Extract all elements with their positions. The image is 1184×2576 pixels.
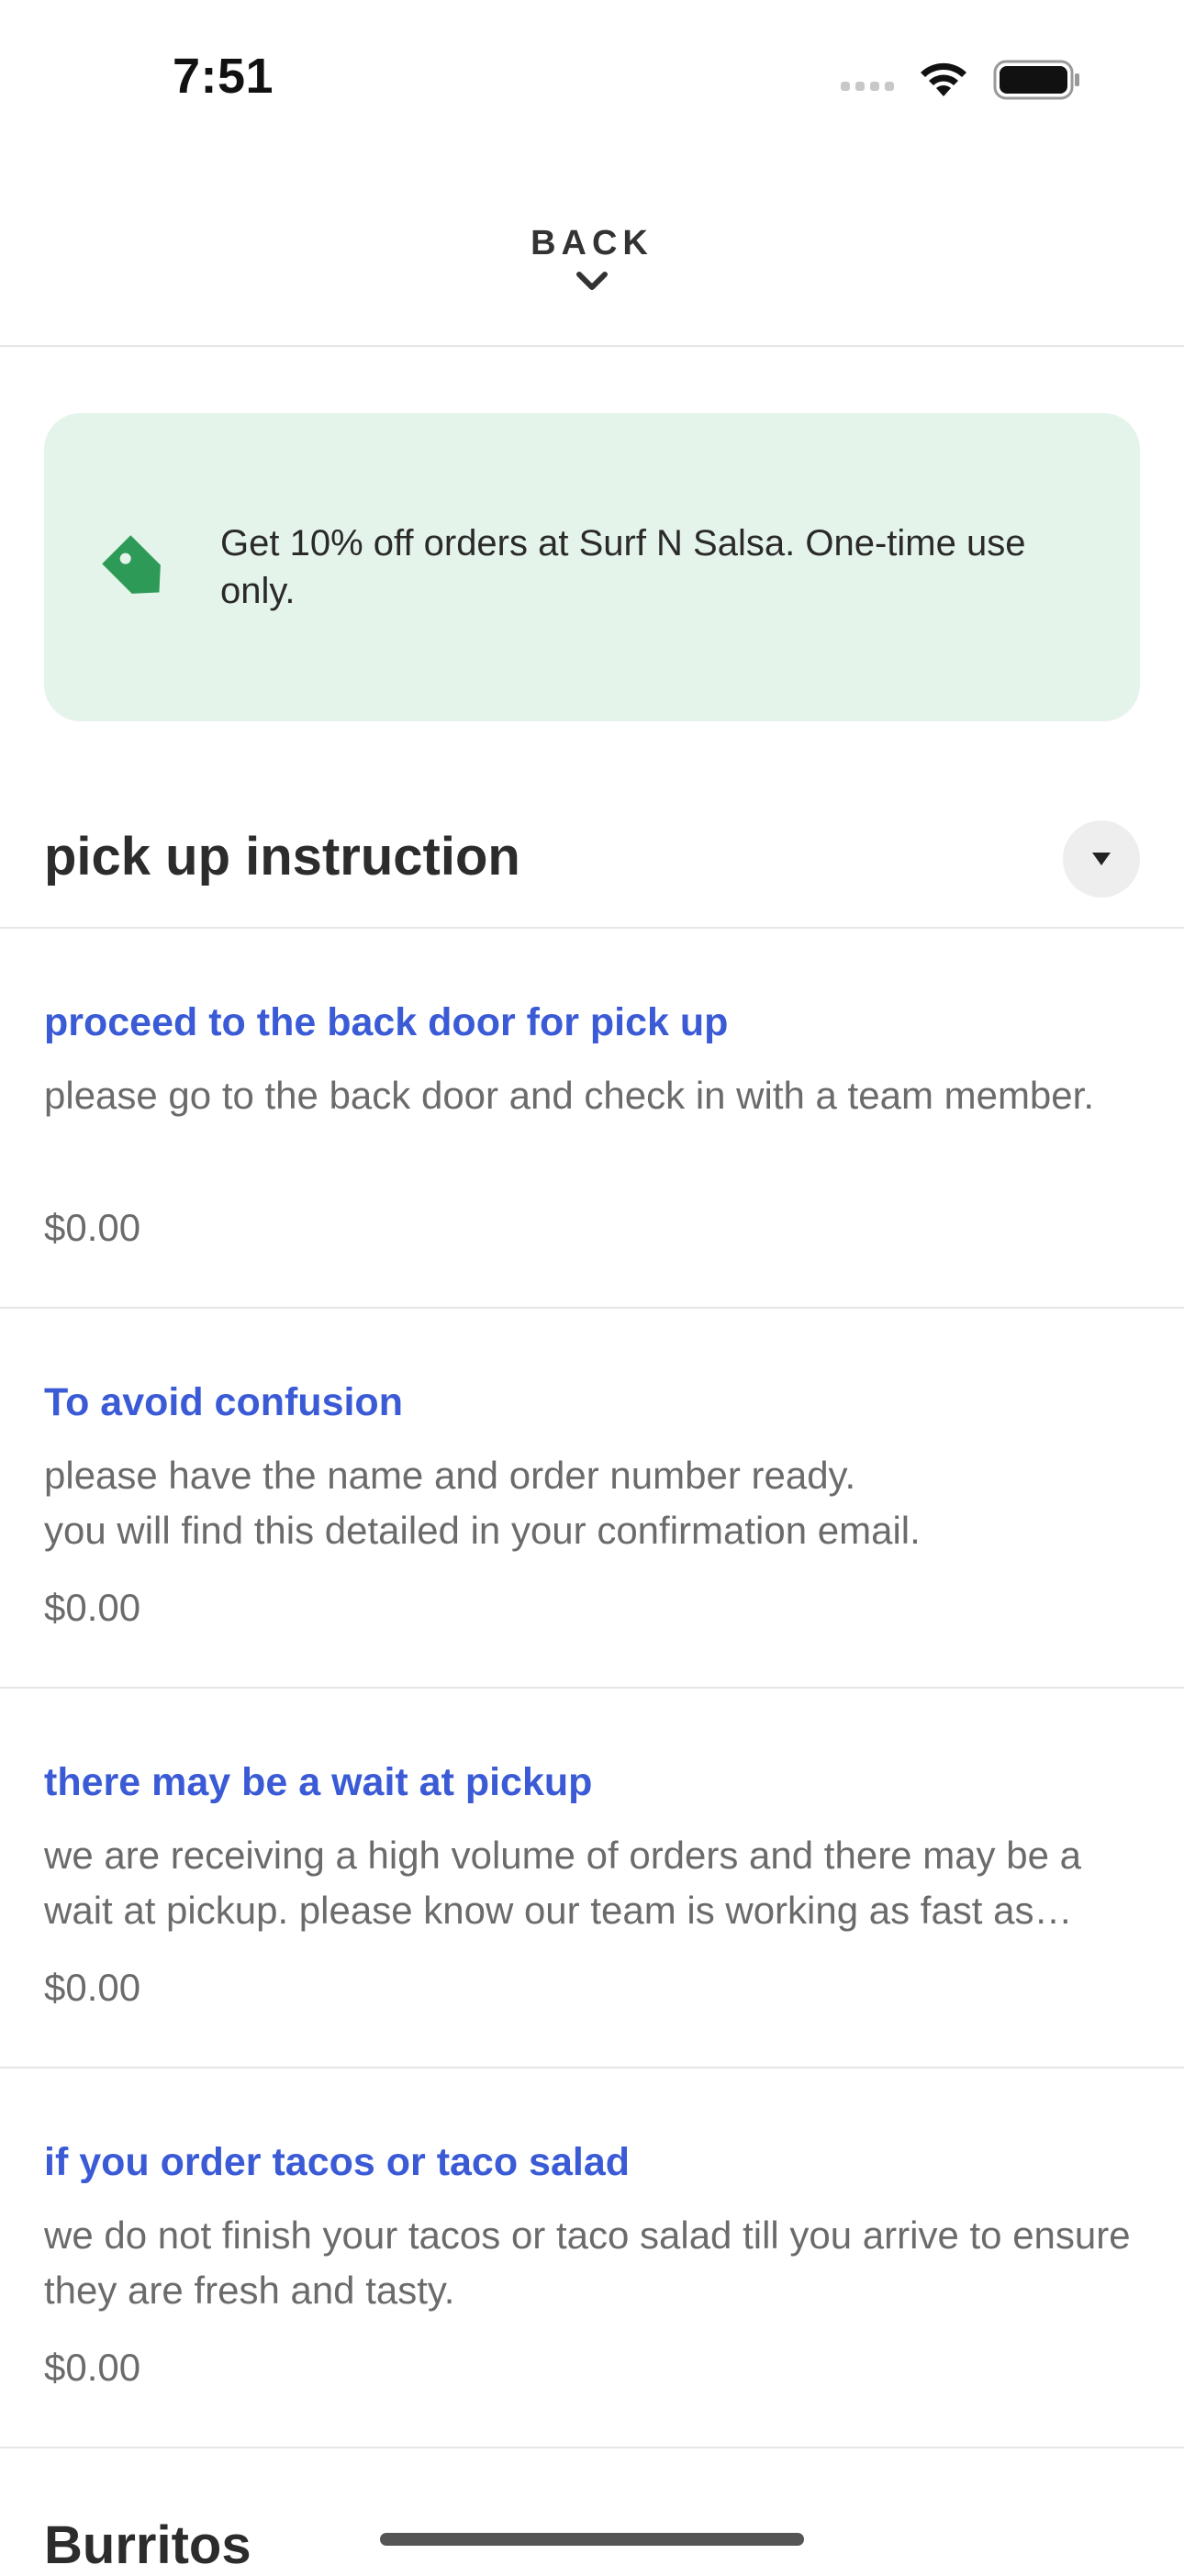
back-button[interactable]: BACK [0, 184, 1184, 347]
item-price: $0.00 [44, 1966, 141, 2009]
wifi-icon [921, 62, 966, 96]
menu-item[interactable]: if you order tacos or taco salad we do n… [0, 2069, 1184, 2448]
menu-item[interactable]: there may be a wait at pickup we are rec… [0, 1689, 1184, 2069]
item-description: please go to the back door and check in … [44, 1074, 1094, 1117]
promo-banner: Get 10% off orders at Surf N Salsa. One-… [44, 413, 1140, 721]
menu-item[interactable]: proceed to the back door for pick up ple… [0, 929, 1184, 1309]
status-icons [841, 59, 1081, 101]
collapse-section-button[interactable] [1063, 820, 1140, 898]
item-description: we are receiving a high volume of orders… [44, 1834, 1081, 1932]
section-header: pick up instruction [0, 808, 1184, 929]
promo-text: Get 10% off orders at Surf N Salsa. One-… [220, 523, 1026, 611]
back-label: BACK [531, 224, 653, 262]
item-price: $0.00 [44, 1206, 141, 1249]
home-indicator[interactable] [380, 2533, 804, 2546]
item-price: $0.00 [44, 2346, 141, 2389]
next-section-title: Burritos [44, 2515, 251, 2575]
item-title: there may be a wait at pickup [44, 1760, 593, 1804]
item-price: $0.00 [44, 1586, 141, 1629]
item-description: please have the name and order number re… [44, 1454, 921, 1552]
cellular-signal-icon [841, 82, 894, 91]
battery-icon [993, 60, 1079, 100]
status-bar: 7:51 [0, 0, 1184, 156]
item-description: we do not finish your tacos or taco sala… [44, 2214, 1131, 2312]
item-title: if you order tacos or taco salad [44, 2140, 631, 2184]
menu-item[interactable]: To avoid confusion please have the name … [0, 1309, 1184, 1689]
caret-down-icon [1092, 853, 1111, 865]
item-title: proceed to the back door for pick up [44, 1000, 729, 1044]
status-time: 7:51 [173, 49, 274, 104]
item-title: To avoid confusion [44, 1380, 403, 1424]
section-title: pick up instruction [44, 827, 520, 887]
tag-icon [102, 535, 161, 594]
chevron-down-icon [576, 272, 608, 290]
